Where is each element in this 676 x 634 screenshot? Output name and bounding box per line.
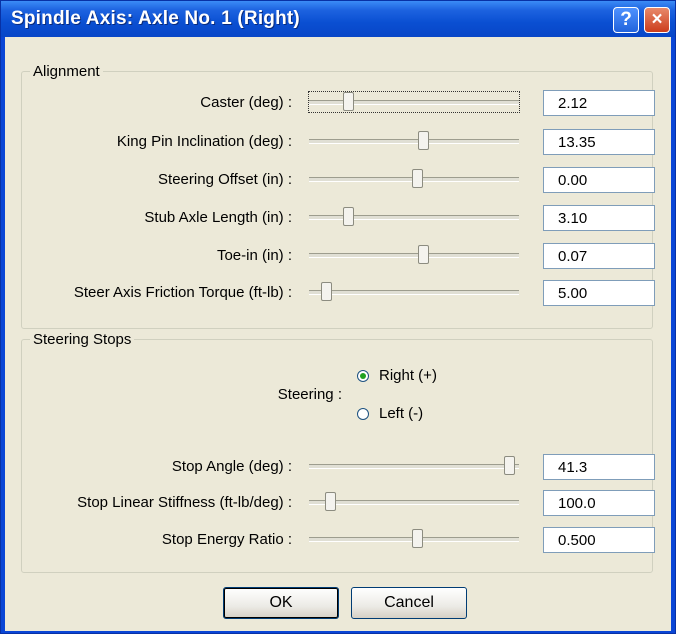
right-radio[interactable] [357, 370, 369, 382]
slider-thumb[interactable] [412, 169, 423, 188]
stop-linear-stiffness-label: Stop Linear Stiffness (ft-lb/deg) : [77, 494, 292, 511]
stop-angle-field[interactable]: 41.3 [543, 454, 655, 480]
slider-thumb[interactable] [343, 92, 354, 111]
stub-axle-length-field[interactable]: 3.10 [543, 205, 655, 231]
left-radio-label[interactable]: Left (-) [379, 405, 423, 422]
king-pin-inclination-field[interactable]: 13.35 [543, 129, 655, 155]
steer-axis-friction-torque-slider[interactable] [309, 282, 519, 302]
king-pin-inclination-label: King Pin Inclination (deg) : [116, 133, 292, 150]
slider-track [309, 500, 519, 505]
slider-thumb[interactable] [418, 131, 429, 150]
dialog-window: Spindle Axis: Axle No. 1 (Right) ? × Ali… [0, 0, 676, 634]
caster-field[interactable]: 2.12 [543, 90, 655, 116]
steering-label: Steering : [277, 386, 342, 403]
steering-offset-slider[interactable] [309, 169, 519, 189]
slider-thumb[interactable] [418, 245, 429, 264]
toe-in-field[interactable]: 0.07 [543, 243, 655, 269]
toe-in-label: Toe-in (in) : [216, 247, 292, 264]
slider-track [309, 100, 519, 105]
left-radio[interactable] [357, 408, 369, 420]
toe-in-slider[interactable] [309, 245, 519, 265]
steering-stops-legend: Steering Stops [33, 331, 132, 348]
slider-thumb[interactable] [412, 529, 423, 548]
stub-axle-length-label: Stub Axle Length (in) : [144, 209, 292, 226]
alignment-legend: Alignment [33, 63, 100, 80]
caster-slider[interactable] [308, 91, 520, 113]
steer-axis-friction-torque-field[interactable]: 5.00 [543, 280, 655, 306]
stop-linear-stiffness-field[interactable]: 100.0 [543, 490, 655, 516]
stub-axle-length-slider[interactable] [309, 207, 519, 227]
stop-angle-label: Stop Angle (deg) : [171, 458, 292, 475]
steering-offset-label: Steering Offset (in) : [158, 171, 292, 188]
slider-track [309, 290, 519, 295]
slider-thumb[interactable] [504, 456, 515, 475]
slider-track [309, 464, 519, 469]
stop-energy-ratio-label: Stop Energy Ratio : [161, 531, 292, 548]
stop-energy-ratio-field[interactable]: 0.500 [543, 527, 655, 553]
king-pin-inclination-slider[interactable] [309, 131, 519, 151]
steering-offset-field[interactable]: 0.00 [543, 167, 655, 193]
slider-thumb[interactable] [325, 492, 336, 511]
ok-button[interactable]: OK [223, 587, 339, 619]
slider-track [309, 215, 519, 220]
close-button[interactable]: × [644, 7, 670, 33]
slider-thumb[interactable] [343, 207, 354, 226]
stop-angle-slider[interactable] [309, 456, 519, 476]
cancel-button[interactable]: Cancel [351, 587, 467, 619]
stop-linear-stiffness-slider[interactable] [309, 492, 519, 512]
dialog-body: Alignment Caster (deg) : 2.12 King Pin I… [5, 37, 671, 631]
help-button[interactable]: ? [613, 7, 639, 33]
stop-energy-ratio-slider[interactable] [309, 529, 519, 549]
slider-thumb[interactable] [321, 282, 332, 301]
window-title: Spindle Axis: Axle No. 1 (Right) [11, 8, 300, 29]
slider-track [309, 253, 519, 258]
title-bar[interactable]: Spindle Axis: Axle No. 1 (Right) ? × [1, 1, 675, 37]
radio-selected-dot [360, 373, 366, 379]
slider-track [309, 139, 519, 144]
caster-label: Caster (deg) : [200, 94, 292, 111]
right-radio-label[interactable]: Right (+) [379, 367, 437, 384]
steer-axis-friction-torque-label: Steer Axis Friction Torque (ft-lb) : [73, 284, 292, 301]
